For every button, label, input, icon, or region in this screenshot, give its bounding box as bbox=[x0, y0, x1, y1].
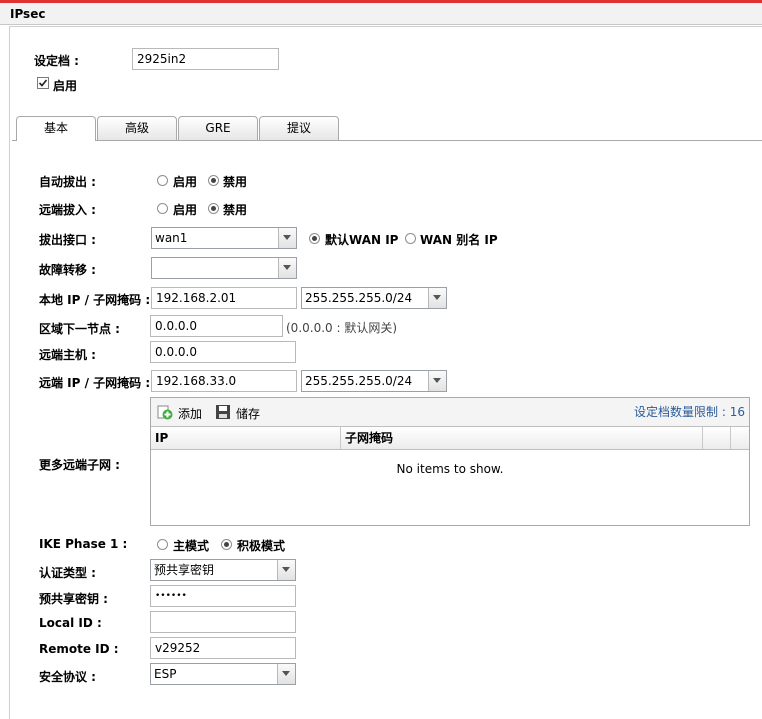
local-mask-select[interactable]: 255.255.255.0/24 bbox=[301, 287, 447, 309]
profile-label: 设定档 : bbox=[34, 54, 79, 68]
more-remote-subnets-label: 更多远端子网 : bbox=[39, 458, 120, 472]
window-title: IPsec bbox=[0, 3, 762, 25]
security-protocol-value: ESP bbox=[154, 667, 177, 681]
remote-id-label: Remote ID : bbox=[39, 642, 119, 656]
security-protocol-select[interactable]: ESP bbox=[150, 663, 296, 685]
tab-basic[interactable]: 基本 bbox=[16, 116, 96, 141]
profile-name-input[interactable]: 2925in2 bbox=[132, 48, 279, 70]
remote-dial-in-disable-radio[interactable] bbox=[208, 203, 219, 214]
remote-ip-label: 远端 IP / 子网掩码 : bbox=[39, 376, 151, 390]
aggressive-mode-label: 积极模式 bbox=[237, 539, 286, 553]
chevron-down-icon bbox=[278, 228, 296, 248]
column-ip[interactable]: IP bbox=[151, 427, 341, 449]
remote-dial-in-enable-radio[interactable] bbox=[157, 203, 168, 214]
local-ip-input[interactable]: 192.168.2.01 bbox=[151, 287, 297, 309]
add-button-label: 添加 bbox=[178, 407, 203, 421]
tab-proposal[interactable]: 提议 bbox=[259, 116, 339, 140]
next-hop-label: 区域下一节点 : bbox=[39, 322, 120, 336]
save-icon bbox=[216, 405, 230, 419]
grid-header: IP 子网掩码 bbox=[151, 427, 749, 450]
main-mode-label: 主模式 bbox=[173, 539, 210, 553]
remote-id-input[interactable]: v29252 bbox=[150, 637, 296, 659]
auth-type-select[interactable]: 预共享密钥 bbox=[150, 559, 296, 581]
ike-phase1-label: IKE Phase 1 : bbox=[39, 537, 128, 551]
remote-host-input[interactable]: 0.0.0.0 bbox=[150, 341, 296, 363]
add-icon bbox=[157, 405, 173, 420]
auto-dial-out-disable-label: 禁用 bbox=[223, 175, 248, 189]
chevron-down-icon bbox=[428, 371, 446, 391]
psk-input[interactable]: •••••• bbox=[150, 585, 296, 607]
local-id-label: Local ID : bbox=[39, 616, 102, 630]
security-protocol-label: 安全协议 : bbox=[39, 670, 96, 684]
remote-dial-in-enable-label: 启用 bbox=[173, 203, 198, 217]
auto-dial-out-label: 自动拔出 : bbox=[39, 175, 96, 189]
chevron-down-icon bbox=[278, 258, 296, 278]
local-mask-value: 255.255.255.0/24 bbox=[305, 291, 413, 305]
default-wan-ip-radio[interactable] bbox=[309, 233, 320, 244]
remote-subnets-grid: 添加 储存 设定档数量限制 : 16 IP 子网掩码 No items to s… bbox=[150, 397, 750, 526]
auto-dial-out-disable-radio[interactable] bbox=[208, 175, 219, 186]
auto-dial-out-enable-radio[interactable] bbox=[157, 175, 168, 186]
next-hop-input[interactable]: 0.0.0.0 bbox=[150, 315, 283, 337]
enable-checkbox[interactable] bbox=[37, 77, 49, 89]
aggressive-mode-radio[interactable] bbox=[221, 539, 232, 550]
auth-type-label: 认证类型 : bbox=[39, 566, 96, 580]
remote-mask-select[interactable]: 255.255.255.0/24 bbox=[301, 370, 447, 392]
wan-alias-ip-radio[interactable] bbox=[405, 233, 416, 244]
default-wan-ip-label: 默认WAN IP bbox=[325, 233, 399, 247]
checkmark-icon bbox=[38, 79, 48, 87]
grid-toolbar: 添加 储存 设定档数量限制 : 16 bbox=[151, 398, 749, 427]
local-id-input[interactable] bbox=[150, 611, 296, 633]
chevron-down-icon bbox=[277, 664, 295, 684]
tab-advanced[interactable]: 高级 bbox=[97, 116, 177, 140]
failover-select[interactable] bbox=[151, 257, 297, 279]
main-mode-radio[interactable] bbox=[157, 539, 168, 550]
remote-mask-value: 255.255.255.0/24 bbox=[305, 374, 413, 388]
remote-ip-input[interactable]: 192.168.33.0 bbox=[151, 370, 297, 392]
save-button-label: 储存 bbox=[236, 407, 261, 421]
dial-out-interface-label: 拔出接口 : bbox=[39, 233, 96, 247]
auth-type-value: 预共享密钥 bbox=[154, 563, 215, 577]
local-ip-label: 本地 IP / 子网掩码 : bbox=[39, 293, 151, 307]
tab-gre[interactable]: GRE bbox=[178, 116, 258, 140]
tab-strip-line bbox=[12, 140, 762, 141]
next-hop-hint: (0.0.0.0 : 默认网关) bbox=[286, 321, 398, 335]
column-subnet-mask[interactable]: 子网掩码 bbox=[341, 427, 703, 449]
failover-label: 故障转移 : bbox=[39, 263, 96, 277]
chevron-down-icon bbox=[428, 288, 446, 308]
remote-dial-in-label: 远端拔入 : bbox=[39, 203, 96, 217]
remote-host-label: 远端主机 : bbox=[39, 348, 96, 362]
enable-label: 启用 bbox=[53, 79, 78, 93]
column-actions bbox=[703, 427, 731, 449]
remote-dial-in-disable-label: 禁用 bbox=[223, 203, 248, 217]
auto-dial-out-enable-label: 启用 bbox=[173, 175, 198, 189]
wan-alias-ip-label: WAN 别名 IP bbox=[420, 233, 498, 247]
grid-empty-message: No items to show. bbox=[396, 462, 504, 476]
dial-out-interface-select[interactable]: wan1 bbox=[151, 227, 297, 249]
profile-limit-text: 设定档数量限制 : 16 bbox=[634, 405, 745, 419]
chevron-down-icon bbox=[277, 560, 295, 580]
psk-label: 预共享密钥 : bbox=[39, 592, 108, 606]
dial-out-interface-value: wan1 bbox=[155, 231, 188, 245]
